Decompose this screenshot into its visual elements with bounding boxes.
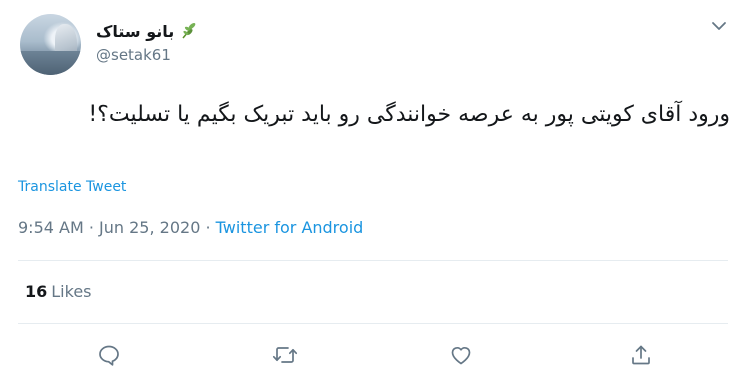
divider: [18, 323, 728, 324]
tweet-source-link[interactable]: Twitter for Android: [216, 218, 364, 237]
avatar[interactable]: [20, 14, 81, 75]
tweet-time[interactable]: 9:54 AM: [18, 218, 84, 237]
tweet-text: ورود آقای کویتی پور به عرصه خوانندگی رو …: [88, 102, 730, 127]
meta-separator: ·: [200, 218, 216, 237]
chevron-down-icon[interactable]: [706, 16, 732, 36]
meta-separator: ·: [83, 218, 100, 237]
tweet-actions: [0, 336, 748, 372]
author-handle[interactable]: @setak61: [96, 46, 171, 64]
like-icon[interactable]: [446, 340, 476, 370]
tweet-meta: 9:54 AM · Jun 25, 2020 · Twitter for And…: [18, 218, 363, 237]
translate-tweet-link[interactable]: Translate Tweet: [18, 179, 126, 195]
likes-stat[interactable]: 16 Likes: [25, 282, 92, 301]
herb-icon: [180, 22, 198, 40]
likes-label: Likes: [51, 282, 92, 301]
reply-icon[interactable]: [94, 340, 124, 370]
tweet-date[interactable]: Jun 25, 2020: [99, 218, 200, 237]
author-name-row: بانو ستاک: [96, 20, 198, 42]
share-icon[interactable]: [626, 340, 656, 370]
likes-count: 16: [25, 282, 48, 301]
divider: [18, 260, 728, 261]
display-name[interactable]: بانو ستاک: [96, 22, 174, 41]
retweet-icon[interactable]: [270, 340, 300, 370]
